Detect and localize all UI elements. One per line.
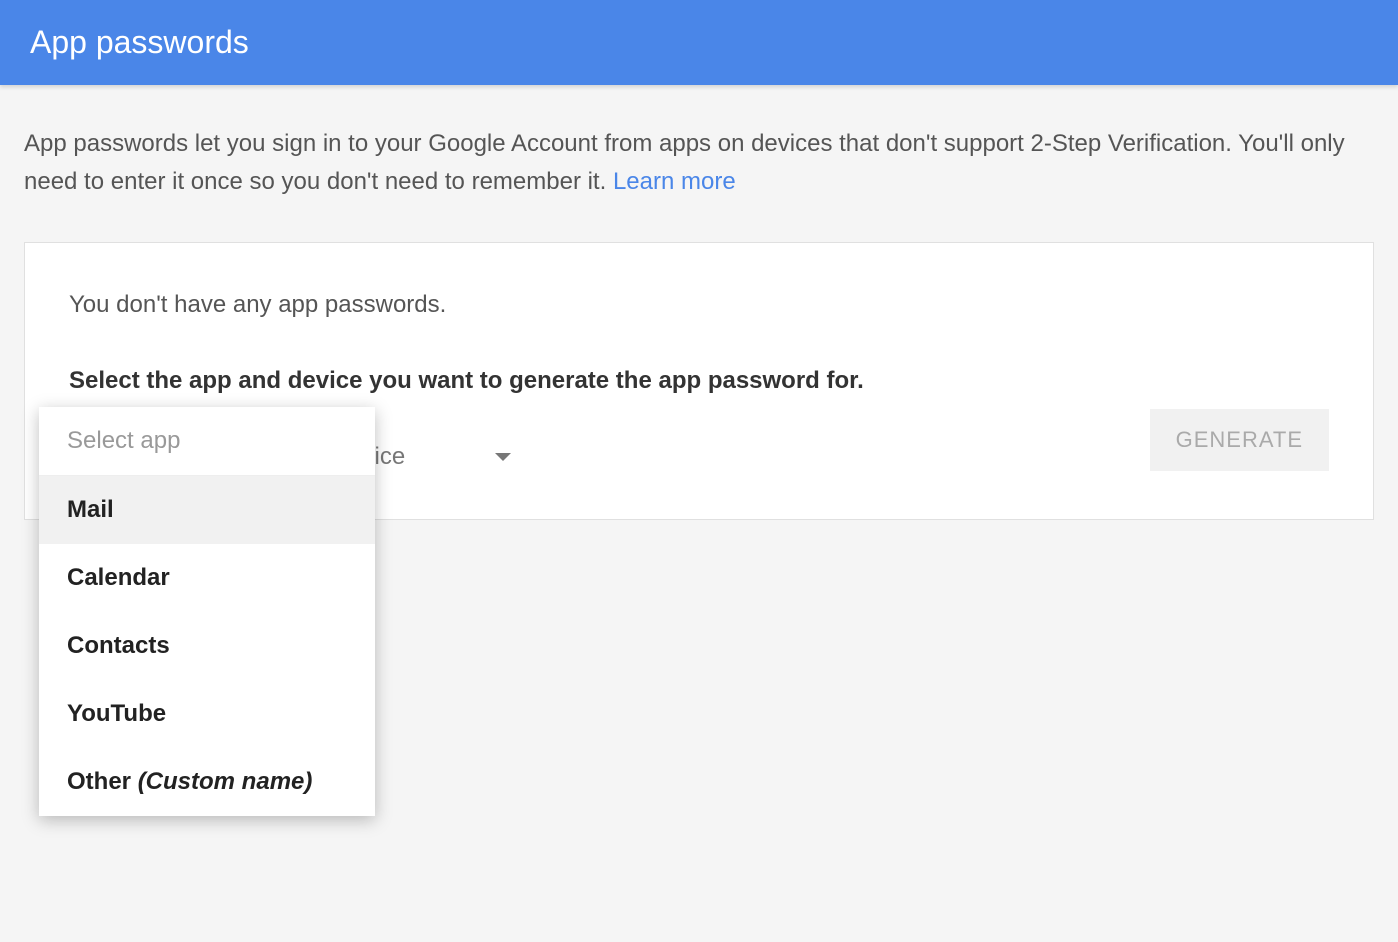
selectors-row: Select app Select app Mail Calendar Cont… bbox=[69, 443, 1329, 471]
app-passwords-card: You don't have any app passwords. Select… bbox=[24, 242, 1374, 520]
no-passwords-message: You don't have any app passwords. bbox=[69, 291, 1329, 319]
dropdown-option-other[interactable]: Other (Custom name) bbox=[39, 748, 375, 816]
dropdown-option-youtube[interactable]: YouTube bbox=[39, 680, 375, 748]
dropdown-option-calendar[interactable]: Calendar bbox=[39, 544, 375, 612]
dropdown-header: Select app bbox=[39, 407, 375, 476]
dropdown-option-contacts[interactable]: Contacts bbox=[39, 612, 375, 680]
select-app-container: Select app Select app Mail Calendar Cont… bbox=[69, 443, 182, 471]
page-title: App passwords bbox=[30, 24, 249, 60]
content-area: App passwords let you sign in to your Go… bbox=[0, 85, 1398, 544]
chevron-down-icon bbox=[495, 453, 511, 461]
select-app-menu: Select app Mail Calendar Contacts YouTub… bbox=[39, 407, 375, 816]
instruction-text: Select the app and device you want to ge… bbox=[69, 367, 1329, 395]
description-text: App passwords let you sign in to your Go… bbox=[24, 125, 1374, 202]
page-header: App passwords bbox=[0, 0, 1398, 85]
learn-more-link[interactable]: Learn more bbox=[613, 168, 736, 195]
other-prefix: Other bbox=[67, 768, 138, 795]
dropdown-option-mail[interactable]: Mail bbox=[39, 476, 375, 544]
other-custom-name: (Custom name) bbox=[138, 768, 313, 795]
generate-button[interactable]: GENERATE bbox=[1150, 409, 1329, 471]
